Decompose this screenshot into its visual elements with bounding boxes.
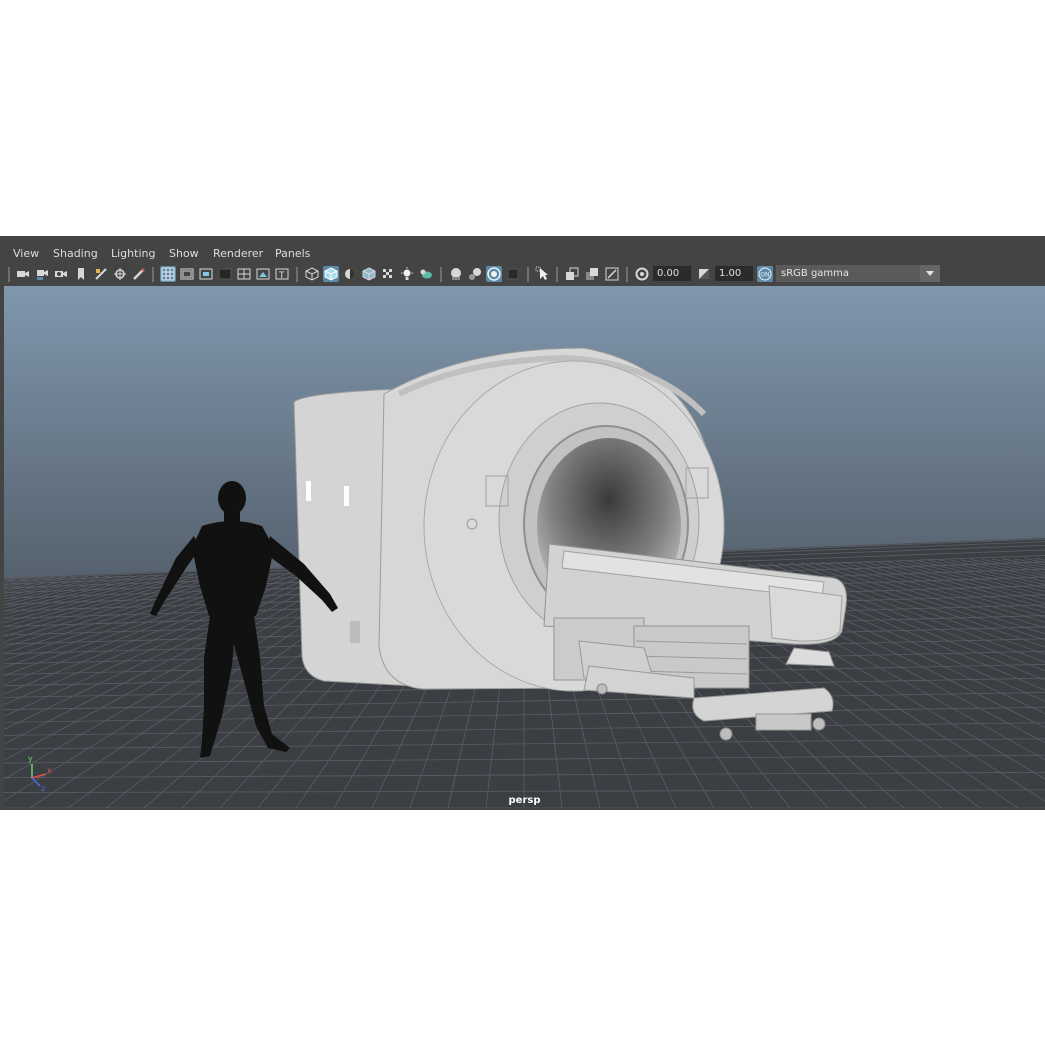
menu-show[interactable]: Show	[169, 247, 199, 260]
toolbar-separator	[527, 267, 529, 282]
scene-render: y x z	[4, 286, 1045, 808]
svg-text:T: T	[278, 271, 285, 281]
resolution-gate-icon[interactable]	[198, 266, 214, 282]
anti-alias-icon[interactable]	[564, 266, 580, 282]
camera-lock-icon[interactable]	[53, 266, 69, 282]
color-space-dropdown[interactable]: sRGB gamma	[776, 265, 940, 282]
menu-lighting[interactable]: Lighting	[111, 247, 155, 260]
toolbar-separator	[296, 267, 298, 282]
exposure-icon[interactable]	[634, 266, 650, 282]
grease-pencil-icon[interactable]	[131, 266, 147, 282]
smooth-shade-icon[interactable]	[323, 266, 339, 282]
xray-icon[interactable]	[448, 266, 464, 282]
resize-icon[interactable]	[604, 266, 620, 282]
gate-mask-icon[interactable]	[217, 266, 233, 282]
toolbar-separator	[152, 267, 154, 282]
safe-action-icon[interactable]	[255, 266, 271, 282]
ambient-occlusion-icon[interactable]	[486, 266, 502, 282]
film-gate-icon[interactable]	[179, 266, 195, 282]
color-management-icon[interactable]: ON	[757, 266, 773, 282]
motion-blur-icon[interactable]	[505, 266, 521, 282]
toolbar-separator	[626, 267, 628, 282]
toolbar-separator	[556, 267, 558, 282]
image-plane-icon[interactable]	[93, 266, 109, 282]
color-space-value: sRGB gamma	[781, 268, 850, 279]
menu-panels[interactable]: Panels	[275, 247, 310, 260]
exposure-field[interactable]: 0.00	[653, 266, 691, 281]
select-tool-icon[interactable]	[535, 266, 551, 282]
dropdown-arrow-icon[interactable]	[920, 265, 940, 282]
toolbar-separator	[8, 267, 10, 282]
svg-text:ON: ON	[760, 272, 769, 279]
select-camera-icon[interactable]	[15, 266, 31, 282]
depth-of-field-icon[interactable]	[584, 266, 600, 282]
textured-icon[interactable]	[361, 266, 377, 282]
safe-title-icon[interactable]: T	[274, 266, 290, 282]
camera-label: persp	[508, 795, 541, 806]
axis-y-label: y	[28, 754, 33, 763]
gamma-field[interactable]: 1.00	[715, 266, 753, 281]
grid-icon[interactable]	[160, 266, 176, 282]
perspective-viewport[interactable]: y x z persp	[4, 286, 1045, 808]
checker-texture-icon[interactable]	[380, 266, 396, 282]
modeling-panel: View Shading Lighting Show Renderer Pane…	[0, 236, 1045, 810]
field-chart-icon[interactable]	[236, 266, 252, 282]
axis-x-label: x	[47, 766, 52, 775]
wireframe-icon[interactable]	[304, 266, 320, 282]
axis-z-label: z	[41, 784, 45, 793]
menu-view[interactable]: View	[13, 247, 39, 260]
panel-menubar: View Shading Lighting Show Renderer Pane…	[0, 244, 1045, 264]
menu-shading[interactable]: Shading	[53, 247, 98, 260]
xray-joints-icon[interactable]	[467, 266, 483, 282]
isolate-icon[interactable]	[418, 266, 434, 282]
menu-renderer[interactable]: Renderer	[213, 247, 263, 260]
camera-attributes-icon[interactable]	[34, 266, 50, 282]
bookmark-icon[interactable]	[73, 266, 89, 282]
two-d-pan-zoom-icon[interactable]	[112, 266, 128, 282]
lighting-icon[interactable]	[399, 266, 415, 282]
toolbar-separator	[440, 267, 442, 282]
shadows-icon[interactable]	[342, 266, 358, 282]
gamma-icon[interactable]	[696, 266, 712, 282]
